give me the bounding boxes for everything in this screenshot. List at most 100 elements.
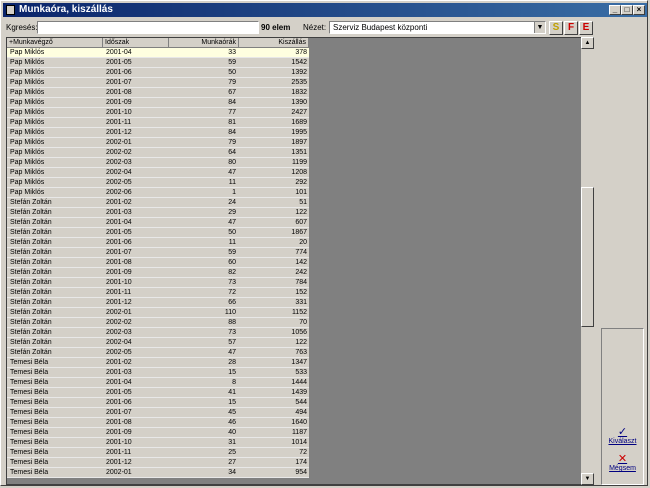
table-row[interactable]: Pap Miklós 2001-10 77 2427 [7,108,309,118]
scroll-down-icon[interactable]: ▼ [581,473,594,485]
column-header-trips[interactable]: Kiszállás [239,38,309,48]
cancel-button[interactable]: ✕ Mégsem [602,453,643,472]
select-button[interactable]: ✓ Kiválaszt [602,426,643,445]
cell-trips: 954 [295,469,307,476]
search-input[interactable] [37,21,259,34]
cell-trips: 774 [295,249,307,256]
cell-hours: 59 [228,249,236,256]
scroll-thumb[interactable] [581,187,594,327]
cell-hours: 40 [228,429,236,436]
cell-period: 2002-01 [106,139,132,146]
table-row[interactable]: Stefán Zoltán 2001-07 59 774 [7,248,309,258]
table-row[interactable]: Temesi Béla 2001-05 41 1439 [7,388,309,398]
cell-period: 2001-03 [106,369,132,376]
cell-hours: 46 [228,419,236,426]
close-button[interactable]: × [633,5,645,15]
cell-hours: 79 [228,139,236,146]
vertical-scrollbar[interactable]: ▲ ▼ [581,37,594,485]
column-header-hours[interactable]: Munkaórák [169,38,239,48]
table-row[interactable]: Stefán Zoltán 2002-05 47 763 [7,348,309,358]
cell-hours: 80 [228,159,236,166]
table-row[interactable]: Pap Miklós 2001-07 79 2535 [7,78,309,88]
table-row[interactable]: Stefán Zoltán 2001-05 50 1867 [7,228,309,238]
table-row[interactable]: Temesi Béla 2001-06 15 544 [7,398,309,408]
table-row[interactable]: Stefán Zoltán 2001-11 72 152 [7,288,309,298]
view-select[interactable]: Szerviz Budapest központi ▼ [329,21,546,34]
table-row[interactable]: Stefán Zoltán 2002-01 110 1152 [7,308,309,318]
table-row[interactable]: Temesi Béla 2001-12 27 174 [7,458,309,468]
table-row[interactable]: Pap Miklós 2002-03 80 1199 [7,158,309,168]
table-row[interactable]: Stefán Zoltán 2002-04 57 122 [7,338,309,348]
table-row[interactable]: Pap Miklós 2001-05 59 1542 [7,58,309,68]
filter-button[interactable]: F [564,21,578,35]
table-row[interactable]: Stefán Zoltán 2001-12 66 331 [7,298,309,308]
cell-trips: 1542 [291,59,307,66]
table-row[interactable]: Pap Miklós 2001-06 50 1392 [7,68,309,78]
table-row[interactable]: Pap Miklós 2002-01 79 1897 [7,138,309,148]
table-row[interactable]: Pap Miklós 2001-09 84 1390 [7,98,309,108]
data-grid[interactable]: +Munkavégző Időszak Munkaórák Kiszállás … [6,37,594,485]
cell-period: 2001-04 [106,379,132,386]
cell-hours: 11 [228,239,236,246]
table-row[interactable]: Stefán Zoltán 2001-06 11 20 [7,238,309,248]
cell-hours: 15 [228,369,236,376]
cell-worker: Temesi Béla [10,429,49,436]
table-row[interactable]: Pap Miklós 2002-05 11 292 [7,178,309,188]
cell-hours: 29 [228,209,236,216]
cell-hours: 47 [228,219,236,226]
table-row[interactable]: Temesi Béla 2001-03 15 533 [7,368,309,378]
cell-trips: 101 [295,189,307,196]
table-row[interactable]: Temesi Béla 2001-07 45 494 [7,408,309,418]
table-row[interactable]: Temesi Béla 2001-09 40 1187 [7,428,309,438]
cell-period: 2001-04 [106,219,132,226]
table-row[interactable]: Temesi Béla 2001-02 28 1347 [7,358,309,368]
table-row[interactable]: Stefán Zoltán 2001-09 82 242 [7,268,309,278]
cell-period: 2001-06 [106,399,132,406]
table-row[interactable]: Stefán Zoltán 2001-02 24 51 [7,198,309,208]
table-row[interactable]: Stefán Zoltán 2001-04 47 607 [7,218,309,228]
cell-hours: 28 [228,359,236,366]
table-row[interactable]: Pap Miklós 2002-02 64 1351 [7,148,309,158]
minimize-button[interactable]: _ [609,5,621,15]
table-row[interactable]: Stefán Zoltán 2001-10 73 784 [7,278,309,288]
cell-hours: 73 [228,279,236,286]
column-header-period[interactable]: Időszak [103,38,169,48]
scroll-up-icon[interactable]: ▲ [581,37,594,49]
cell-hours: 1 [232,189,236,196]
cell-trips: 331 [295,299,307,306]
table-row[interactable]: Pap Miklós 2001-11 81 1689 [7,118,309,128]
table-row[interactable]: Stefán Zoltán 2001-03 29 122 [7,208,309,218]
table-row[interactable]: Pap Miklós 2001-12 84 1995 [7,128,309,138]
table-row[interactable]: Temesi Béla 2002-01 34 954 [7,468,309,478]
column-header-worker[interactable]: +Munkavégző [7,38,103,48]
cell-worker: Temesi Béla [10,389,49,396]
table-row[interactable]: Stefán Zoltán 2002-03 73 1056 [7,328,309,338]
cell-trips: 494 [295,409,307,416]
table-row[interactable]: Temesi Béla 2001-08 46 1640 [7,418,309,428]
cell-hours: 66 [228,299,236,306]
cell-hours: 47 [228,349,236,356]
chevron-down-icon[interactable]: ▼ [534,22,545,33]
sum-button[interactable]: S [549,21,563,35]
cell-worker: Stefán Zoltán [10,219,52,226]
table-row[interactable]: Pap Miklós 2002-06 1 101 [7,188,309,198]
cell-period: 2001-02 [106,359,132,366]
table-row[interactable]: Pap Miklós 2002-04 47 1208 [7,168,309,178]
table-row[interactable]: Pap Miklós 2001-04 33 378 [7,48,309,58]
cell-hours: 33 [228,49,236,56]
cell-worker: Pap Miklós [10,139,45,146]
cell-trips: 1832 [291,89,307,96]
table-row[interactable]: Stefán Zoltán 2002-02 88 70 [7,318,309,328]
table-row[interactable]: Temesi Béla 2001-11 25 72 [7,448,309,458]
cell-hours: 27 [228,459,236,466]
export-button[interactable]: E [579,21,593,35]
table-row[interactable]: Pap Miklós 2001-08 67 1832 [7,88,309,98]
cell-worker: Temesi Béla [10,449,49,456]
table-row[interactable]: Temesi Béla 2001-04 8 1444 [7,378,309,388]
cell-period: 2001-07 [106,409,132,416]
cell-period: 2002-03 [106,159,132,166]
maximize-button[interactable]: □ [621,5,633,15]
table-row[interactable]: Stefán Zoltán 2001-08 60 142 [7,258,309,268]
cell-period: 2002-01 [106,309,132,316]
table-row[interactable]: Temesi Béla 2001-10 31 1014 [7,438,309,448]
